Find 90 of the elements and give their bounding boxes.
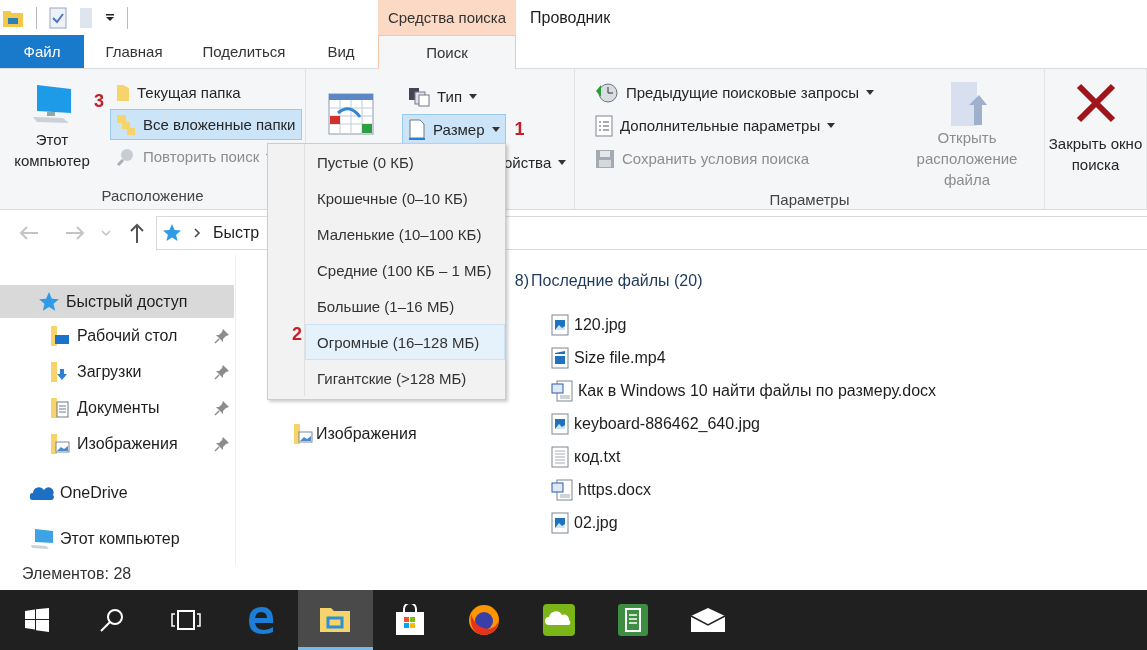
item-count: Элементов: 28: [22, 565, 132, 583]
caret-icon[interactable]: [105, 13, 115, 22]
file-item[interactable]: keyboard-886462_640.jpg: [531, 407, 937, 440]
size-button[interactable]: Размер: [402, 114, 506, 145]
text-file-icon: [551, 445, 569, 468]
ribbon-button[interactable]: Все вложенные папки: [110, 109, 302, 140]
file-item[interactable]: Size file.mp4: [531, 341, 937, 374]
documents-folder-icon: [49, 397, 71, 419]
group-heading: 8): [514, 272, 529, 291]
caret-icon: [558, 160, 567, 165]
menu-item[interactable]: Крошечные (0–10 КБ): [305, 180, 505, 216]
windows-logo-icon: [25, 608, 50, 632]
caret-icon: [827, 123, 836, 128]
folders-icon: [116, 113, 136, 136]
menu-item[interactable]: Средние (100 КБ – 1 МБ): [305, 252, 505, 288]
image-file-icon: [551, 511, 569, 534]
nav-item[interactable]: Изображения: [0, 426, 236, 462]
computer-icon: [30, 527, 54, 550]
nav-item[interactable]: Этот компьютер: [0, 522, 235, 555]
fox-globe-icon: [468, 604, 501, 636]
file-item[interactable]: 02.jpg: [531, 506, 937, 539]
star-icon: [162, 222, 182, 243]
media-files-icon: [408, 86, 430, 107]
cloud-icon: [30, 484, 54, 501]
notes-app-icon: [618, 604, 649, 636]
calendar-icon[interactable]: [328, 93, 374, 135]
folder-item[interactable]: Изображения: [292, 423, 531, 445]
pin-icon: [214, 400, 230, 416]
document-icon: [408, 118, 426, 141]
pictures-folder-icon: [292, 423, 314, 445]
file-item[interactable]: код.txt: [531, 440, 937, 473]
file-item[interactable]: https.docx: [531, 473, 937, 506]
shopping-bag-icon: [394, 604, 425, 636]
star-icon: [38, 290, 60, 313]
image-file-icon: [551, 313, 569, 336]
group-label: Расположение: [100, 185, 205, 206]
file-item[interactable]: Как в Windows 10 найти файлы по размеру.docx: [531, 374, 937, 407]
this-pc-button[interactable]: Этот компьютер: [10, 83, 94, 181]
ribbon-button[interactable]: Текущая папка: [110, 77, 302, 108]
nav-item[interactable]: Загрузки: [0, 354, 236, 390]
context-tab-group: Средства поиска: [378, 0, 516, 35]
pin-icon: [214, 328, 230, 344]
desktop-folder-icon: [49, 325, 71, 347]
pin-icon: [214, 364, 230, 380]
search-icon: [116, 147, 136, 166]
check-document-icon[interactable]: [49, 6, 67, 29]
callout-number: 2: [292, 324, 302, 344]
close-icon: [1075, 83, 1116, 123]
nav-item[interactable]: OneDrive: [0, 476, 235, 509]
ribbon-button[interactable]: Предыдущие поисковые запросы: [589, 77, 884, 108]
word-file-icon: [551, 379, 573, 402]
close-search-button[interactable]: Закрыть окно поиска: [1048, 83, 1143, 175]
file-item[interactable]: 120.jpg: [531, 308, 937, 341]
folder-icon: [116, 83, 130, 102]
mail-icon: [689, 607, 726, 633]
menu-item[interactable]: Огромные (16–128 МБ): [305, 324, 505, 360]
nav-item[interactable]: Рабочий стол: [0, 318, 236, 354]
menu-item[interactable]: Большие (1–16 МБ): [305, 288, 505, 324]
ribbon-tab[interactable]: Поделиться: [184, 35, 304, 68]
callout-number: 3: [94, 91, 105, 113]
nav-item[interactable]: Документы: [0, 390, 236, 426]
word-file-icon: [551, 478, 573, 501]
ribbon-button[interactable]: Дополнительные параметры: [589, 110, 884, 141]
ribbon-tab[interactable]: Файл: [0, 35, 84, 68]
clock-icon: [595, 81, 619, 104]
menu-item[interactable]: Гигантские (>128 МБ): [305, 360, 505, 396]
up-arrow-icon[interactable]: [129, 222, 145, 243]
pin-icon: [214, 436, 230, 452]
ribbon-tab[interactable]: Вид: [304, 35, 378, 68]
caret-icon: [469, 94, 477, 99]
pictures-folder-icon: [49, 433, 71, 455]
caret-icon: [491, 127, 500, 132]
callout-number: 1: [514, 119, 525, 140]
group-heading: Последние файлы (20): [531, 272, 704, 291]
caret-icon: [866, 90, 875, 95]
taskbar-button[interactable]: [298, 590, 373, 650]
ribbon-tab[interactable]: Поиск: [378, 35, 516, 69]
video-file-icon: [551, 346, 569, 369]
window-title: Проводник: [529, 7, 611, 28]
nav-item[interactable]: Быстрый доступ: [0, 285, 234, 318]
search-icon: [98, 607, 125, 633]
task-view-icon: [170, 609, 203, 631]
ribbon-tab[interactable]: Главная: [84, 35, 184, 68]
cloud-app-icon: [542, 604, 575, 636]
list-document-icon: [595, 114, 613, 137]
type-button[interactable]: Тип: [402, 81, 573, 112]
chevron-right-icon: [194, 227, 201, 238]
group-label: Параметры: [768, 190, 851, 209]
image-file-icon: [551, 412, 569, 435]
menu-item[interactable]: Маленькие (10–100 КБ): [305, 216, 505, 252]
